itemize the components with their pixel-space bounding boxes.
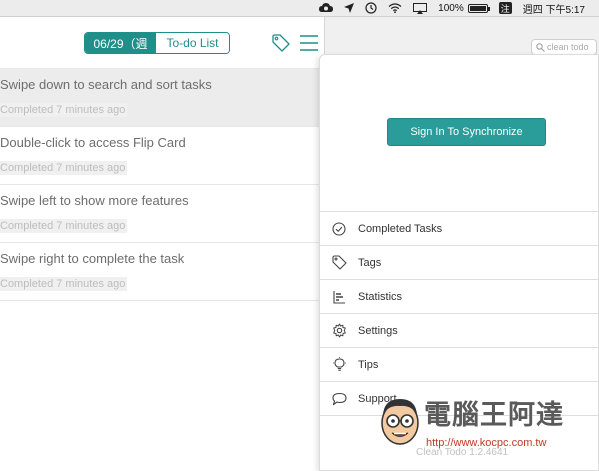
battery-level	[469, 5, 486, 11]
hamburger-menu-icon[interactable]	[299, 34, 319, 52]
menu-item-label: Tags	[358, 256, 382, 269]
time-machine-icon[interactable]	[365, 0, 377, 17]
search-icon	[536, 42, 545, 52]
app-window: 06/29（週 To-do List Swipe down to search …	[0, 17, 324, 471]
airplay-icon[interactable]	[413, 0, 428, 17]
clock[interactable]: 週四 下午5:17	[523, 0, 585, 17]
task-list: Swipe down to search and sort tasks Comp…	[0, 69, 324, 301]
battery-percent: 100%	[438, 2, 464, 14]
menu-list: Completed Tasks Tags Statistics Settings…	[320, 211, 599, 415]
task-completed-time: Completed 7 minutes ago	[0, 277, 128, 291]
battery-icon[interactable]	[467, 3, 490, 13]
task-title: Swipe down to search and sort tasks	[0, 77, 212, 92]
menu-item-label: Completed Tasks	[358, 222, 443, 235]
background-search-field[interactable]: clean todo	[531, 39, 597, 55]
menu-item-completed-tasks[interactable]: Completed Tasks	[320, 211, 599, 245]
task-item[interactable]: Double-click to access Flip Card Complet…	[0, 127, 324, 185]
todo-list-segment[interactable]: To-do List	[156, 33, 229, 53]
menu-item-tips[interactable]: Tips	[320, 347, 599, 381]
mascot-face-icon	[381, 399, 419, 445]
task-item[interactable]: Swipe right to complete the task Complet…	[0, 243, 324, 301]
search-placeholder: clean todo	[547, 42, 589, 52]
menu-item-label: Tips	[358, 358, 379, 371]
sign-in-sync-button[interactable]: Sign In To Synchronize	[387, 118, 546, 146]
location-arrow-icon[interactable]	[344, 0, 355, 17]
statistics-icon	[331, 289, 347, 305]
view-switcher: 06/29（週 To-do List	[84, 32, 230, 54]
task-title: Swipe left to show more features	[0, 193, 189, 208]
menu-item-statistics[interactable]: Statistics	[320, 279, 599, 313]
check-circle-icon	[331, 221, 347, 237]
task-title: Swipe right to complete the task	[0, 251, 185, 266]
menu-item-tags[interactable]: Tags	[320, 245, 599, 279]
task-title: Double-click to access Flip Card	[0, 135, 186, 150]
watermark: 電腦王阿達 http://www.kocpc.com.tw	[378, 391, 593, 457]
menu-bar: 100% 注 週四 下午5:17	[0, 0, 599, 17]
wifi-icon[interactable]	[388, 0, 402, 17]
ime-icon[interactable]: 注	[498, 2, 512, 14]
task-completed-time: Completed 7 minutes ago	[0, 103, 128, 117]
lightbulb-icon	[331, 357, 347, 373]
menu-item-settings[interactable]: Settings	[320, 313, 599, 347]
tag-icon[interactable]	[271, 33, 291, 53]
menu-item-label: Settings	[358, 324, 398, 337]
watermark-title: 電腦王阿達	[424, 400, 564, 431]
menu-item-label: Statistics	[358, 290, 403, 303]
tag-icon	[331, 255, 347, 271]
date-segment[interactable]: 06/29（週	[85, 33, 156, 53]
app-header: 06/29（週 To-do List	[0, 17, 324, 69]
task-item[interactable]: Swipe left to show more features Complet…	[0, 185, 324, 243]
watermark-url: http://www.kocpc.com.tw	[426, 437, 547, 449]
task-item[interactable]: Swipe down to search and sort tasks Comp…	[0, 69, 324, 127]
task-completed-time: Completed 7 minutes ago	[0, 161, 128, 175]
task-completed-time: Completed 7 minutes ago	[0, 219, 128, 233]
gear-icon	[331, 323, 347, 339]
speech-bubble-icon	[331, 391, 347, 407]
creative-cloud-icon[interactable]	[319, 0, 334, 17]
